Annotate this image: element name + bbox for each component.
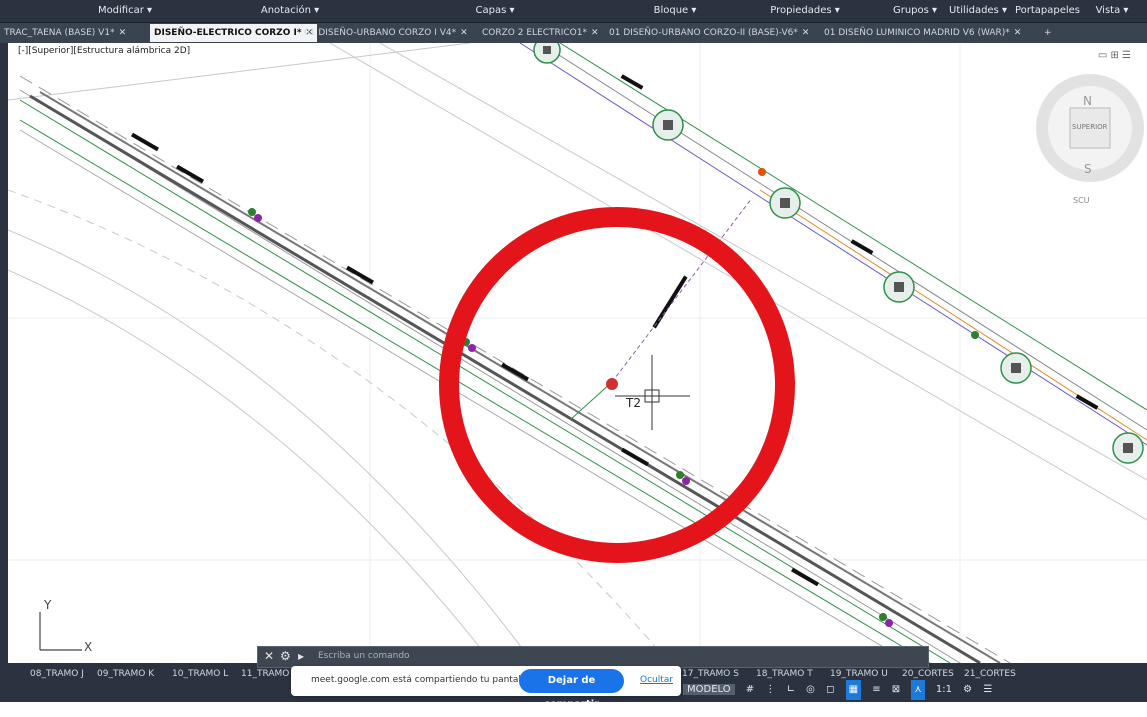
ribbon-view[interactable]: Vista ▾ — [1087, 0, 1137, 22]
scale-label[interactable]: 1:1 — [936, 680, 952, 700]
viewport-control-label[interactable]: [-][Superior][Estructura alámbrica 2D] — [18, 46, 191, 56]
command-line[interactable]: ✕ ⚙ ▸ Escriba un comando — [257, 646, 929, 668]
ribbon-clipboard[interactable]: Portapapeles — [1010, 0, 1085, 22]
ribbon-block[interactable]: Bloque ▾ — [620, 0, 730, 22]
viewport-tools-icon[interactable]: ▭ ⊞ ☰ — [1098, 50, 1131, 61]
left-palette — [0, 43, 8, 663]
snap-icon[interactable]: ⋮ — [765, 680, 775, 700]
selection-icon[interactable]: ⊠ — [892, 680, 900, 700]
layout-tab-4[interactable]: 11_TRAMO — [241, 666, 289, 682]
tab-file-6[interactable]: 01 DISEÑO LUMINICO MADRID V6 (WAR)* ✕ — [820, 24, 1025, 42]
viewcube-wcs[interactable]: SCU — [1073, 196, 1090, 205]
model-space-button[interactable]: MODELO — [683, 684, 735, 695]
stop-sharing-button[interactable]: Dejar de compartir — [519, 669, 624, 710]
close-icon[interactable]: ✕ — [264, 649, 274, 663]
tab-label: 01 DISEÑO-URBANO CORZO-II (BASE)-V6* — [609, 28, 798, 38]
file-tabs: TRAC_TAENA (BASE) V1* ✕ DISEÑO-ELECTRICO … — [0, 23, 1147, 43]
ortho-icon[interactable]: ∟ — [787, 680, 795, 700]
layout-tab-2[interactable]: 09_TRAMO K — [97, 666, 154, 682]
tab-file-5[interactable]: 01 DISEÑO-URBANO CORZO-II (BASE)-V6* ✕ — [605, 24, 813, 42]
wrench-icon[interactable]: ⚙ — [280, 649, 291, 663]
ribbon-modify[interactable]: Modificar ▾ — [70, 0, 180, 22]
ribbon-properties[interactable]: Propiedades ▾ — [745, 0, 865, 22]
tab-file-4[interactable]: CORZO 2 ELECTRICO1* ✕ — [478, 24, 603, 42]
layout-tab-1[interactable]: 08_TRAMO J — [30, 666, 84, 682]
ribbon-annotation[interactable]: Anotación ▾ — [230, 0, 350, 22]
tab-label: DISEÑO-ELECTRICO CORZO I* — [154, 28, 302, 38]
close-icon[interactable]: ✕ — [119, 28, 127, 38]
tab-label: TRAC_TAENA (BASE) V1* — [4, 28, 115, 38]
tab-label: 01 DISEÑO LUMINICO MADRID V6 (WAR)* — [824, 28, 1010, 38]
polar-icon[interactable]: ◎ — [806, 680, 815, 700]
drawing-canvas[interactable] — [8, 43, 1147, 663]
tab-label: CORZO 2 ELECTRICO1* — [482, 28, 587, 38]
command-input[interactable]: Escriba un comando — [318, 651, 410, 661]
tab-file-1[interactable]: TRAC_TAENA (BASE) V1* ✕ — [0, 24, 130, 42]
viewcube-north[interactable]: N — [1083, 94, 1092, 108]
close-icon[interactable]: ✕ — [1014, 28, 1022, 38]
ribbon-utilities[interactable]: Utilidades ▾ — [948, 0, 1008, 22]
prompt-icon[interactable]: ▸ — [298, 649, 304, 663]
share-message: meet.google.com está compartiendo tu pan… — [311, 675, 532, 685]
ribbon-layers[interactable]: Capas ▾ — [430, 0, 560, 22]
annotation-label: T2 — [626, 396, 641, 410]
tab-file-2[interactable]: DISEÑO-ELECTRICO CORZO I* ✕ — [150, 24, 318, 42]
lineweight-icon[interactable]: ≡ — [872, 680, 880, 700]
ucs-x-label: X — [84, 640, 93, 654]
osnap-icon[interactable]: ◻ — [826, 680, 834, 700]
close-icon[interactable]: ✕ — [591, 28, 599, 38]
ucs-y-label: Y — [44, 598, 52, 612]
annotation-icon[interactable]: ⋏ — [911, 680, 925, 700]
close-icon[interactable]: ✕ — [802, 28, 810, 38]
close-icon[interactable]: ✕ — [460, 28, 468, 38]
grid-icon[interactable]: # — [746, 680, 754, 700]
menu-icon[interactable]: ☰ — [983, 680, 992, 700]
viewcube-face[interactable]: SUPERIOR — [1072, 123, 1108, 131]
hide-link[interactable]: Ocultar — [640, 675, 673, 685]
ribbon-bar: Modificar ▾ Anotación ▾ Capas ▾ Bloque ▾… — [0, 0, 1147, 23]
layout-tab-3[interactable]: 10_TRAMO L — [172, 666, 228, 682]
ribbon-groups[interactable]: Grupos ▾ — [885, 0, 945, 22]
tab-file-3[interactable]: 01 DISEÑO-URBANO CORZO I V4* ✕ — [300, 24, 472, 42]
tab-label: 01 DISEÑO-URBANO CORZO I V4* — [304, 28, 457, 38]
new-tab-button[interactable]: + — [1040, 24, 1056, 42]
gear-icon[interactable]: ⚙ — [963, 680, 972, 700]
isodraft-icon[interactable]: ▦ — [845, 680, 862, 700]
viewcube-south[interactable]: S — [1084, 162, 1092, 176]
status-bar: MODELO # ⋮ ∟ ◎ ◻ ▦ ≡ ⊠ ⋏ 1:1 ⚙ ☰ — [683, 680, 1000, 700]
screen-share-banner: meet.google.com está compartiendo tu pan… — [291, 666, 681, 710]
